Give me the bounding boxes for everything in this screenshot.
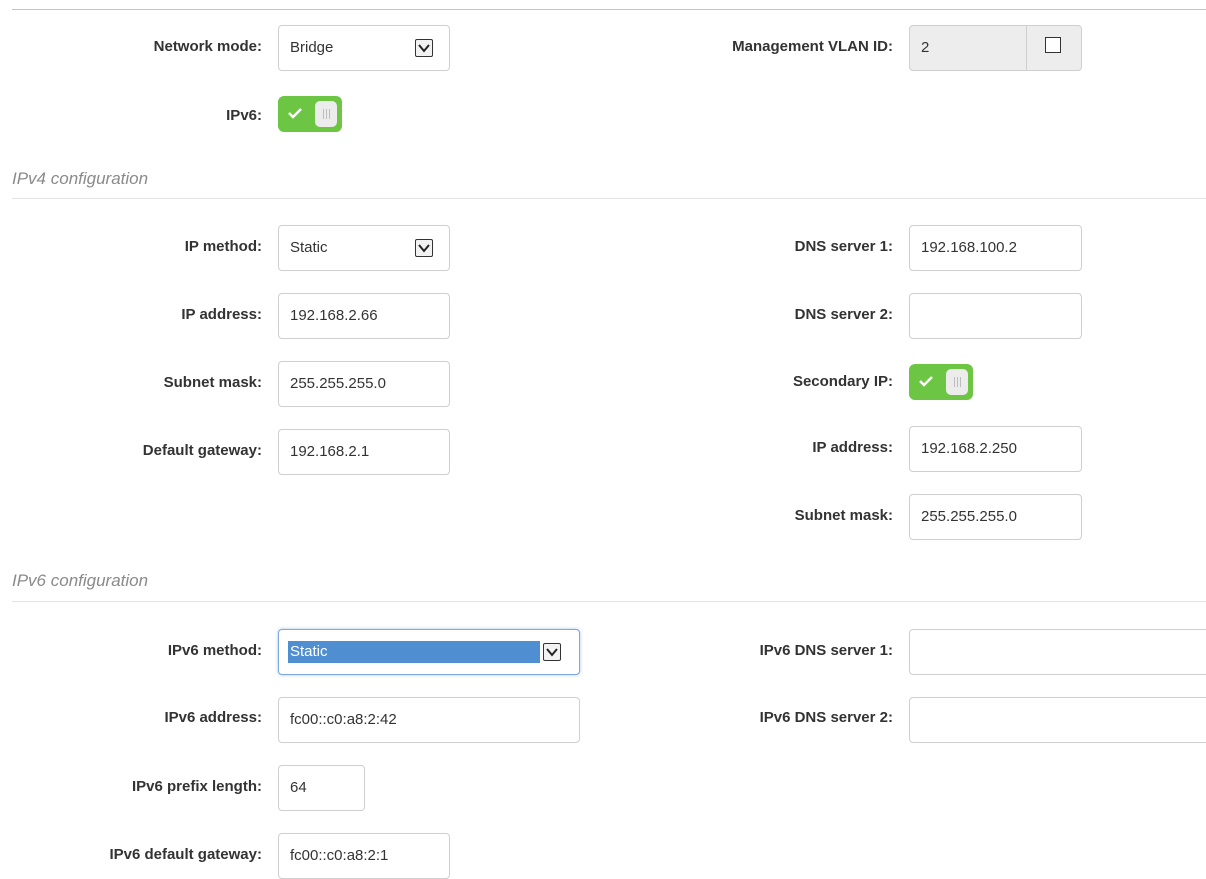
ipv6-address-label: IPv6 address:: [164, 709, 262, 726]
secondary-subnet-mask-value: 255.255.255.0: [921, 508, 1017, 525]
ip-method-label: IP method:: [184, 238, 262, 255]
toggle-knob: [946, 369, 968, 395]
dns-server-2-label: DNS server 2:: [794, 306, 893, 323]
network-mode-value: Bridge: [290, 39, 334, 56]
ipv6-prefix-length-label: IPv6 prefix length:: [131, 778, 262, 795]
subnet-mask-value: 255.255.255.0: [290, 375, 386, 392]
ipv6-divider: [12, 601, 1206, 602]
ipv6-dns-server-2-input[interactable]: [909, 697, 1206, 743]
ipv6-label: IPv6:: [226, 107, 262, 124]
chevron-down-icon[interactable]: [415, 239, 433, 257]
ipv6-default-gateway-label: IPv6 default gateway:: [109, 846, 262, 863]
network-mode-label: Network mode:: [153, 38, 262, 55]
ip-address-value: 192.168.2.66: [290, 307, 378, 324]
top-divider: [12, 9, 1206, 10]
default-gateway-label: Default gateway:: [142, 442, 262, 459]
ipv6-address-input[interactable]: fc00::c0:a8:2:42: [278, 697, 580, 743]
vlan-divider: [1026, 26, 1027, 70]
default-gateway-input[interactable]: 192.168.2.1: [278, 429, 450, 475]
secondary-ip-label: Secondary IP:: [792, 373, 893, 390]
secondary-ip-address-input[interactable]: 192.168.2.250: [909, 426, 1082, 472]
chevron-down-icon[interactable]: [543, 643, 561, 661]
ipv4-divider: [12, 198, 1206, 199]
toggle-knob: [315, 101, 337, 127]
dns-server-1-input[interactable]: 192.168.100.2: [909, 225, 1082, 271]
secondary-subnet-mask-input[interactable]: 255.255.255.0: [909, 494, 1082, 540]
ipv6-default-gateway-input[interactable]: fc00::c0:a8:2:1: [278, 833, 450, 879]
default-gateway-value: 192.168.2.1: [290, 443, 370, 460]
chevron-down-icon[interactable]: [415, 39, 433, 57]
ipv6-address-value: fc00::c0:a8:2:42: [290, 711, 397, 728]
secondary-ip-address-label: IP address:: [812, 439, 893, 456]
ipv6-dns-server-1-label: IPv6 DNS server 1:: [759, 642, 893, 659]
ipv6-toggle[interactable]: [278, 96, 342, 132]
ipv6-method-select[interactable]: Static: [278, 629, 580, 675]
ip-method-select[interactable]: Static: [278, 225, 450, 271]
management-vlan-checkbox[interactable]: [1045, 37, 1061, 53]
secondary-ip-address-value: 192.168.2.250: [921, 440, 1017, 457]
ip-address-input[interactable]: 192.168.2.66: [278, 293, 450, 339]
subnet-mask-label: Subnet mask:: [163, 374, 262, 391]
ipv6-prefix-length-value: 64: [290, 779, 307, 796]
ip-method-value: Static: [290, 239, 328, 256]
management-vlan-value: 2: [921, 39, 930, 56]
subnet-mask-input[interactable]: 255.255.255.0: [278, 361, 450, 407]
check-icon: [919, 376, 933, 387]
ipv6-method-value: Static: [288, 641, 540, 663]
ipv6-method-label: IPv6 method:: [167, 642, 262, 659]
ipv6-prefix-length-input[interactable]: 64: [278, 765, 365, 811]
ipv4-section-title: IPv4 configuration: [12, 169, 149, 188]
ip-address-label: IP address:: [181, 306, 262, 323]
network-mode-select[interactable]: Bridge: [278, 25, 450, 71]
ipv6-default-gateway-value: fc00::c0:a8:2:1: [290, 847, 389, 864]
secondary-subnet-mask-label: Subnet mask:: [794, 507, 893, 524]
secondary-ip-toggle[interactable]: [909, 364, 973, 400]
ipv6-section-title: IPv6 configuration: [12, 571, 149, 590]
dns-server-1-label: DNS server 1:: [794, 238, 893, 255]
dns-server-2-input[interactable]: [909, 293, 1082, 339]
management-vlan-label: Management VLAN ID:: [732, 38, 893, 55]
dns-server-1-value: 192.168.100.2: [921, 239, 1017, 256]
ipv6-dns-server-2-label: IPv6 DNS server 2:: [759, 709, 893, 726]
ipv6-dns-server-1-input[interactable]: [909, 629, 1206, 675]
check-icon: [288, 108, 302, 119]
